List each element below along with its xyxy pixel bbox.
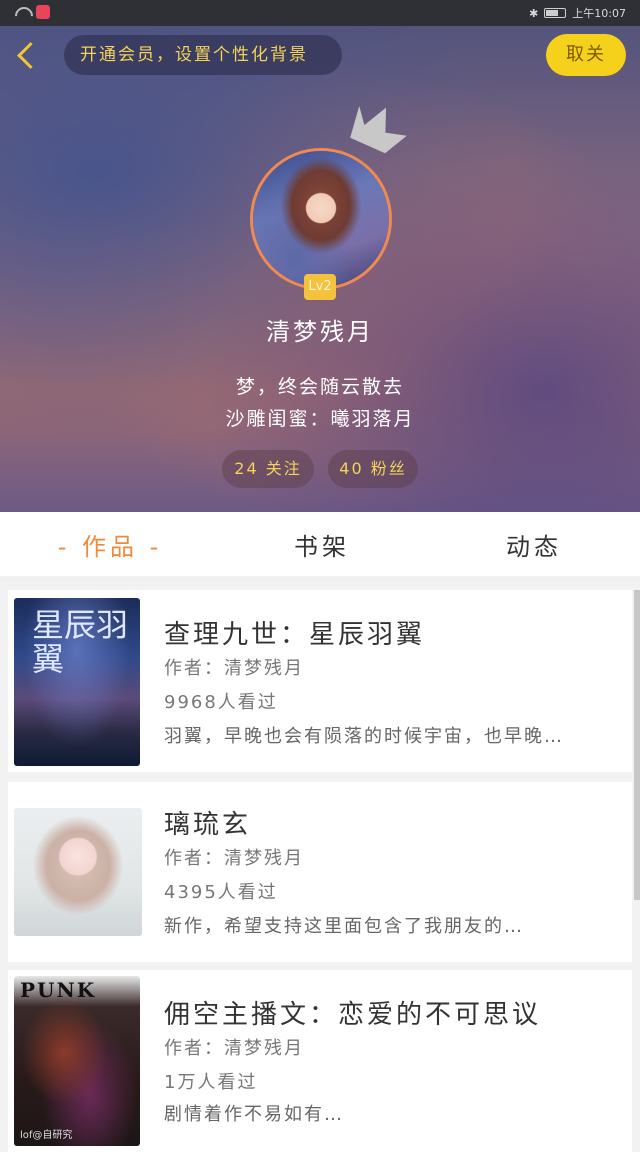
user-nickname: 清梦残月	[266, 318, 374, 346]
battery-icon	[544, 8, 567, 18]
tab-works[interactable]: - 作品 -	[40, 512, 180, 582]
book-views: 4395人看过	[164, 882, 278, 903]
cover-title-text: 星辰羽翼	[32, 606, 129, 678]
tab-bookshelf[interactable]: 书架	[252, 512, 392, 582]
vip-background-prompt[interactable]: 开通会员，设置个性化背景	[64, 35, 342, 75]
status-bar: ✱ 上午10:07	[0, 0, 640, 26]
scrollbar[interactable]	[634, 590, 640, 900]
profile-header: 开通会员，设置个性化背景 取关 Lv2 清梦残月 梦，终会随云散去 沙雕闺蜜：曦…	[0, 26, 640, 512]
book-cover	[14, 808, 142, 936]
fans-count[interactable]: 40 粉丝	[328, 450, 418, 488]
book-cover: 星辰羽翼	[14, 598, 140, 766]
book-description: 新作，希望支持这里面包含了我朋友的…	[164, 916, 524, 937]
book-views: 1万人看过	[164, 1072, 258, 1093]
clock: 上午10:07	[572, 7, 626, 20]
book-description: 剧情着作不易如有…	[164, 1104, 344, 1125]
level-badge: Lv2	[304, 274, 336, 300]
book-title: 佣空主播文：恋爱的不可思议	[164, 1000, 542, 1030]
back-button[interactable]	[12, 40, 42, 70]
book-author: 作者：清梦残月	[164, 658, 304, 679]
book-title: 璃琉玄	[164, 810, 252, 840]
book-card[interactable]: PUNK lof@自研究 佣空主播文：恋爱的不可思议 作者：清梦残月 1万人看过…	[8, 970, 632, 1152]
book-author: 作者：清梦残月	[164, 1038, 304, 1059]
cover-title-text: PUNK	[20, 978, 97, 1002]
book-card[interactable]: 璃琉玄 作者：清梦残月 4395人看过 新作，希望支持这里面包含了我朋友的…	[8, 782, 632, 962]
avatar[interactable]	[250, 148, 392, 290]
tab-dynamics[interactable]: 动态	[464, 512, 604, 582]
book-title: 查理九世：星辰羽翼	[164, 620, 426, 650]
notification-icon	[36, 5, 50, 19]
book-description: 羽翼，早晚也会有陨落的时候宇宙，也早晚…	[164, 726, 564, 747]
wifi-icon	[14, 6, 30, 18]
tab-bar: - 作品 - 书架 动态	[0, 512, 640, 582]
avatar-image	[253, 151, 389, 287]
cover-watermark: lof@自研究	[20, 1130, 73, 1141]
book-author: 作者：清梦残月	[164, 848, 304, 869]
unfollow-button[interactable]: 取关	[546, 34, 626, 76]
following-count[interactable]: 24 关注	[222, 450, 314, 488]
signature-line-1: 梦，终会随云散去	[235, 376, 404, 398]
book-card[interactable]: 星辰羽翼 查理九世：星辰羽翼 作者：清梦残月 9968人看过 羽翼，早晚也会有陨…	[8, 590, 632, 772]
signature-line-2: 沙雕闺蜜：曦羽落月	[225, 408, 415, 430]
book-views: 9968人看过	[164, 692, 278, 713]
bluetooth-icon: ✱	[529, 6, 539, 20]
book-cover: PUNK lof@自研究	[14, 976, 140, 1146]
